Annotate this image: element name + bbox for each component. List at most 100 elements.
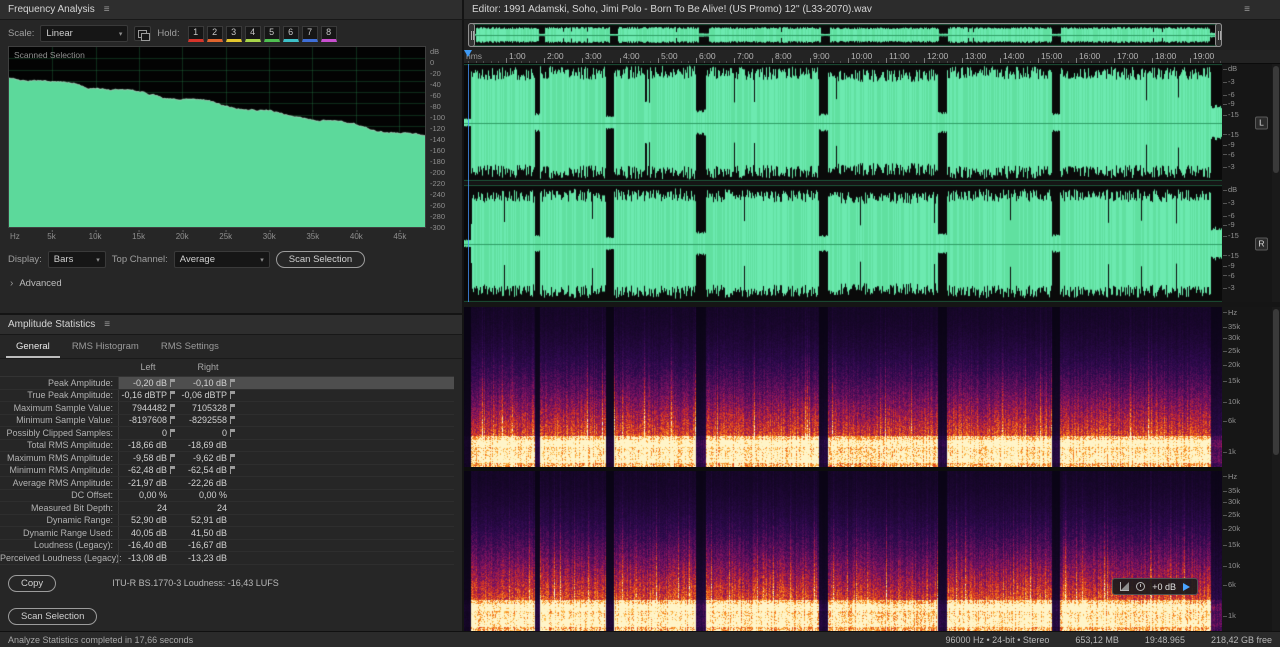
locate-marker-icon[interactable]	[170, 403, 176, 412]
display-select[interactable]: Bars ▾	[47, 251, 106, 268]
statistics-tabs: General RMS Histogram RMS Settings	[0, 335, 462, 359]
top-channel-select[interactable]: Average ▾	[173, 251, 270, 268]
hz-tick-label: 40k	[349, 230, 363, 241]
playhead-marker[interactable]	[464, 50, 472, 57]
advanced-disclosure[interactable]: › Advanced	[0, 272, 462, 295]
audition-window: Frequency Analysis ≡ Scale: Linear ▾ Hol…	[0, 0, 1280, 647]
chevron-down-icon: ▾	[260, 256, 264, 264]
db-tick-label: -40	[430, 80, 441, 89]
hz-label: 10k	[1222, 561, 1241, 571]
timeline-tick-label: 3:00	[585, 51, 602, 61]
db-label: -15	[1223, 230, 1239, 240]
locate-marker-icon[interactable]	[170, 428, 176, 437]
db-tick-label: -180	[430, 157, 446, 166]
locate-marker-icon[interactable]	[230, 453, 236, 462]
overview-range-box[interactable]	[468, 23, 1222, 47]
overview-right-handle[interactable]	[1215, 23, 1222, 47]
db-label: -6	[1223, 89, 1235, 99]
tab-rms-settings[interactable]: RMS Settings	[151, 338, 229, 358]
channel-badge-L[interactable]: L	[1255, 116, 1268, 129]
hold-button-6[interactable]: 6	[282, 25, 299, 42]
stat-label: Dynamic Range Used:	[22, 527, 113, 538]
hold-button-1[interactable]: 1	[187, 25, 204, 42]
frequency-graph[interactable]: Scanned Selection	[8, 46, 426, 228]
stat-value: 52,90 dB	[130, 515, 167, 526]
advanced-label: Advanced	[19, 278, 62, 289]
hold-button-5[interactable]: 5	[263, 25, 280, 42]
locate-marker-icon[interactable]	[170, 466, 176, 475]
stat-value: -18,69 dB	[187, 440, 227, 451]
hold-button-3[interactable]: 3	[225, 25, 242, 42]
stat-value: 40,05 dB	[130, 527, 167, 538]
scan-selection-button[interactable]: Scan Selection	[275, 251, 366, 268]
waveform-scrollbar[interactable]	[1272, 64, 1280, 302]
locate-marker-icon[interactable]	[230, 428, 236, 437]
frequency-analysis-tab[interactable]: Frequency Analysis	[8, 4, 95, 15]
stat-value: -62,48 dB	[127, 465, 167, 476]
wave-db-ruler-R: dB -3 -6 -9 -15 -15 -9 -6 -3 R	[1222, 185, 1272, 302]
stat-value: -16,40 dB	[127, 540, 167, 551]
spectrogram-right-channel[interactable]	[464, 471, 1222, 631]
panel-menu-icon[interactable]: ≡	[104, 4, 110, 15]
top-channel-label: Top Channel:	[111, 254, 168, 265]
copy-graph-button[interactable]	[134, 26, 152, 41]
locate-marker-icon[interactable]	[170, 378, 176, 387]
scale-label: Scale:	[8, 28, 35, 39]
waveform-left-channel[interactable]	[464, 64, 1222, 181]
table-row: Minimum RMS Amplitude: -62,48 dB -62,54 dB	[0, 464, 454, 477]
panel-menu-icon[interactable]: ≡	[104, 319, 110, 330]
locate-marker-icon[interactable]	[230, 403, 236, 412]
locate-marker-icon[interactable]	[230, 391, 236, 400]
tab-general[interactable]: General	[6, 338, 60, 358]
chevron-right-icon: ›	[10, 278, 14, 289]
playhead-line[interactable]	[468, 64, 469, 302]
frequency-spectrum-canvas[interactable]	[9, 47, 425, 227]
stat-value: -9,58 dB	[132, 452, 167, 463]
waveform-right-channel[interactable]	[464, 185, 1222, 302]
locate-marker-icon[interactable]	[170, 453, 176, 462]
db-tick-label: -260	[430, 201, 446, 210]
hold-buttons: 12345678	[187, 25, 337, 42]
hold-label: Hold:	[157, 28, 180, 39]
move-cursor-icon	[1183, 582, 1190, 591]
copy-button[interactable]: Copy	[8, 574, 57, 592]
overview-waveform[interactable]	[469, 24, 1221, 46]
hold-button-8[interactable]: 8	[320, 25, 337, 42]
status-bar: Analyze Statistics completed in 17,66 se…	[0, 631, 1280, 647]
panel-menu-icon[interactable]: ≡	[1244, 4, 1250, 15]
stat-value: -0,16 dBTP	[121, 390, 167, 401]
timeline-ruler[interactable]: hms 1:00 2:00 3:00 4:00 5:00 6:00 7:00 8:00 9:00 1…	[464, 50, 1222, 64]
db-label: -3	[1223, 198, 1235, 208]
editor-panel: Editor: 1991 Adamski, Soho, Jimi Polo - …	[464, 0, 1280, 631]
spectrogram-scrollbar[interactable]	[1272, 307, 1280, 631]
hold-button-2[interactable]: 2	[206, 25, 223, 42]
hz-label: 25k	[1222, 346, 1241, 355]
locate-marker-icon[interactable]	[230, 466, 236, 475]
locate-marker-icon[interactable]	[170, 391, 176, 400]
left-panel-group: Frequency Analysis ≡ Scale: Linear ▾ Hol…	[0, 0, 462, 631]
hold-button-4[interactable]: 4	[244, 25, 261, 42]
amplitude-statistics-tab[interactable]: Amplitude Statistics	[8, 319, 95, 330]
overview-left-handle[interactable]	[468, 23, 475, 47]
timeline-tick-label: 4:00	[623, 51, 640, 61]
locate-marker-icon[interactable]	[230, 416, 236, 425]
hold-button-7[interactable]: 7	[301, 25, 318, 42]
locate-marker-icon[interactable]	[170, 416, 176, 425]
stat-value: 24	[156, 502, 167, 513]
table-row: True Peak Amplitude: -0,16 dBTP -0,06 dBTP	[0, 389, 454, 402]
hz-label: 35k	[1222, 486, 1241, 495]
locate-marker-icon[interactable]	[230, 378, 236, 387]
tab-rms-histogram[interactable]: RMS Histogram	[62, 338, 149, 358]
scale-value: Linear	[46, 28, 73, 39]
spec-hz-ruler-L: Hz 35k 30k 25k 20k 15k 10k 6k 1k	[1222, 307, 1272, 467]
scale-select[interactable]: Linear ▾	[40, 25, 129, 42]
channel-badge-R[interactable]: R	[1255, 237, 1268, 250]
hz-tick-label: 35k	[306, 230, 320, 241]
editor-title[interactable]: Editor: 1991 Adamski, Soho, Jimi Polo - …	[472, 4, 872, 15]
db-tick-label: 0	[430, 58, 435, 67]
timeline-tick-label: 19:00	[1193, 51, 1215, 61]
hud-gain-control[interactable]: +0 dB	[1112, 578, 1198, 595]
scan-selection-button[interactable]: Scan Selection	[8, 608, 98, 625]
spectrogram-left-channel[interactable]	[464, 307, 1222, 467]
frequency-controls-bar: Scale: Linear ▾ Hold: 12345678	[0, 20, 462, 46]
